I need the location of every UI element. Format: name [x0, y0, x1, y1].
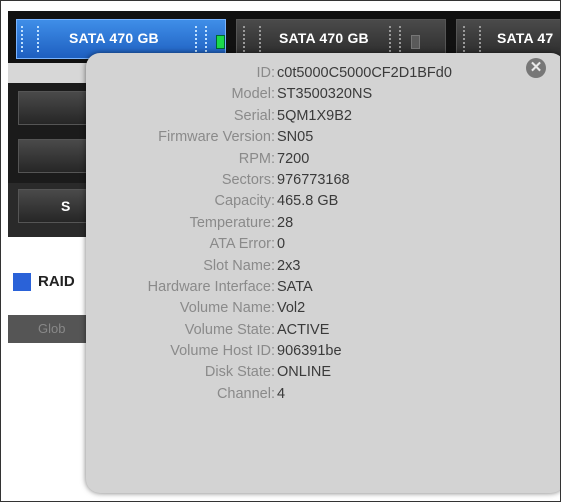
info-row: ID: c0t5000C5000CF2D1BFd0 [86, 65, 560, 86]
info-key: Volume State: [184, 321, 275, 338]
info-value: 465.8 GB [277, 193, 339, 210]
info-key: Temperature: [189, 214, 275, 231]
info-key: Disk State: [204, 364, 275, 381]
drive-grip-icon [243, 26, 261, 52]
info-key: ID: [256, 65, 275, 81]
info-row: Slot Name: 2x3 [86, 257, 560, 279]
info-key: Model: [231, 86, 275, 103]
info-row: Disk State: ONLINE [86, 364, 560, 385]
info-row: Volume State: ACTIVE [86, 321, 560, 343]
raid-label: RAID [38, 273, 75, 290]
info-row: RPM: 7200 [86, 150, 560, 172]
info-value: ST3500320NS [277, 86, 373, 103]
info-row: ATA Error: 0 [86, 236, 560, 257]
info-row: Serial: 5QM1X9B2 [86, 107, 560, 129]
drive-label: SATA 470 GB [69, 30, 159, 46]
raid-color-swatch [13, 273, 31, 291]
info-value: 7200 [277, 150, 310, 167]
info-value: 4 [277, 385, 286, 402]
info-key: RPM: [238, 150, 275, 167]
drive-status-led-icon [216, 35, 225, 49]
info-row: Hardware Interface: SATA [86, 278, 560, 300]
info-value: 2x3 [277, 257, 301, 274]
global-bar-text: Glob [38, 321, 66, 336]
info-value: SATA [277, 278, 313, 295]
info-row: Capacity: 465.8 GB [86, 193, 560, 214]
info-row: Temperature: 28 [86, 214, 560, 236]
disk-info-popup: ✕ ID: c0t5000C5000CF2D1BFd0 Model: ST350032… [86, 53, 560, 493]
info-key: Volume Name: [179, 300, 275, 317]
disk-info-list: ID: c0t5000C5000CF2D1BFd0 Model: ST3500320N… [86, 65, 560, 407]
info-value: 976773168 [277, 171, 350, 188]
info-key: Serial: [233, 107, 275, 124]
info-key: Sectors: [221, 171, 275, 188]
info-key: Hardware Interface: [147, 278, 275, 295]
info-value: SN05 [277, 129, 314, 146]
info-key: Capacity: [214, 193, 275, 210]
info-value: 28 [277, 214, 294, 231]
info-row: Firmware Version: SN05 [86, 129, 560, 150]
info-row: Volume Name: Vol2 [86, 300, 560, 321]
info-value: 5QM1X9B2 [277, 107, 352, 124]
drive-grip-icon [463, 26, 481, 52]
info-key: Firmware Version: [158, 129, 275, 146]
info-row: Model: ST3500320NS [86, 86, 560, 107]
info-value: c0t5000C5000CF2D1BFd0 [277, 65, 452, 81]
info-row: Sectors: 976773168 [86, 171, 560, 193]
window-frame: SATA 470 GB SATA 470 GB SATA 47 S RAID G… [0, 0, 561, 502]
drive-grip-icon [21, 26, 39, 52]
drive-status-led-icon [411, 35, 420, 49]
info-key: ATA Error: [209, 236, 275, 253]
info-value: ONLINE [277, 364, 331, 381]
drive-label: SATA 470 GB [279, 30, 369, 46]
drive-grip-icon [195, 26, 207, 52]
drive-label: SATA 47 [497, 30, 554, 46]
info-value: 0 [277, 236, 286, 253]
info-value: Vol2 [277, 300, 306, 317]
info-key: Channel: [216, 385, 275, 402]
info-value: 906391be [277, 343, 342, 360]
info-row: Channel: 4 [86, 385, 560, 407]
drive-label-fragment: S [61, 198, 71, 214]
info-row: Volume Host ID: 906391be [86, 343, 560, 364]
info-key: Volume Host ID: [170, 343, 275, 360]
drive-grip-icon [389, 26, 401, 52]
info-key: Slot Name: [203, 257, 275, 274]
info-value: ACTIVE [277, 321, 330, 338]
